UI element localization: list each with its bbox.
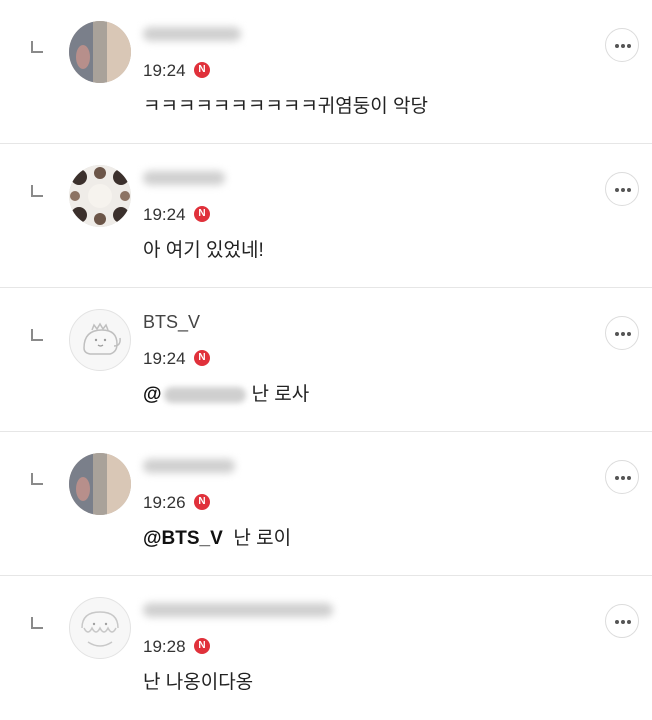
reply-arrow-icon [31,329,43,341]
more-options-icon[interactable] [605,316,639,350]
new-badge-icon: N [194,350,210,366]
comment-text: 난 로사 [251,384,310,405]
new-badge-icon: N [194,206,210,222]
comment-text: ㅋㅋㅋㅋㅋㅋㅋㅋㅋㅋ귀염둥이 악당 [143,96,428,117]
mention-link[interactable]: @BTS_V [143,528,223,549]
comment-time: 19:24 [143,205,186,224]
comment-item: BTS_V 19:24 N @ 난 로사 [0,288,652,432]
comment-time: 19:26 [143,493,186,512]
avatar[interactable] [69,21,131,83]
comment-text-row: @BTS_V 난 로이 [143,526,291,552]
avatar[interactable] [69,453,131,515]
author-name-redacted [143,459,235,473]
mention-link[interactable]: @ [143,384,162,405]
reply-arrow-icon [31,473,43,485]
new-badge-icon: N [194,494,210,510]
avatar[interactable] [69,597,131,659]
comment-text: 아 여기 있었네! [143,240,264,261]
comment-list: 19:24 N ㅋㅋㅋㅋㅋㅋㅋㅋㅋㅋ귀염둥이 악당 19:24 N 아 여기 있… [0,0,652,720]
more-options-icon[interactable] [605,28,639,62]
mention-name-redacted [163,386,246,403]
comment-text: 난 로이 [233,528,292,549]
comment-item: 19:26 N @BTS_V 난 로이 [0,432,652,576]
more-options-icon[interactable] [605,460,639,494]
comment-time: 19:28 [143,637,186,656]
reply-arrow-icon [31,617,43,629]
author-name-redacted [143,171,225,185]
reply-arrow-icon [31,41,43,53]
new-badge-icon: N [194,638,210,654]
comment-time: 19:24 [143,61,186,80]
reply-arrow-icon [31,185,43,197]
comment-text-row: @ 난 로사 [143,382,309,408]
author-name-redacted [143,603,333,617]
author-name[interactable]: BTS_V [143,310,200,334]
comment-item: 19:28 N 난 나옹이다옹 [0,576,652,720]
comment-item: 19:24 N 아 여기 있었네! [0,144,652,288]
avatar[interactable] [69,165,131,227]
new-badge-icon: N [194,62,210,78]
more-options-icon[interactable] [605,172,639,206]
comment-text: 난 나옹이다옹 [143,672,254,693]
comment-time: 19:24 [143,349,186,368]
more-options-icon[interactable] [605,604,639,638]
avatar[interactable] [69,309,131,371]
comment-item: 19:24 N ㅋㅋㅋㅋㅋㅋㅋㅋㅋㅋ귀염둥이 악당 [0,0,652,144]
author-name-redacted [143,27,241,41]
